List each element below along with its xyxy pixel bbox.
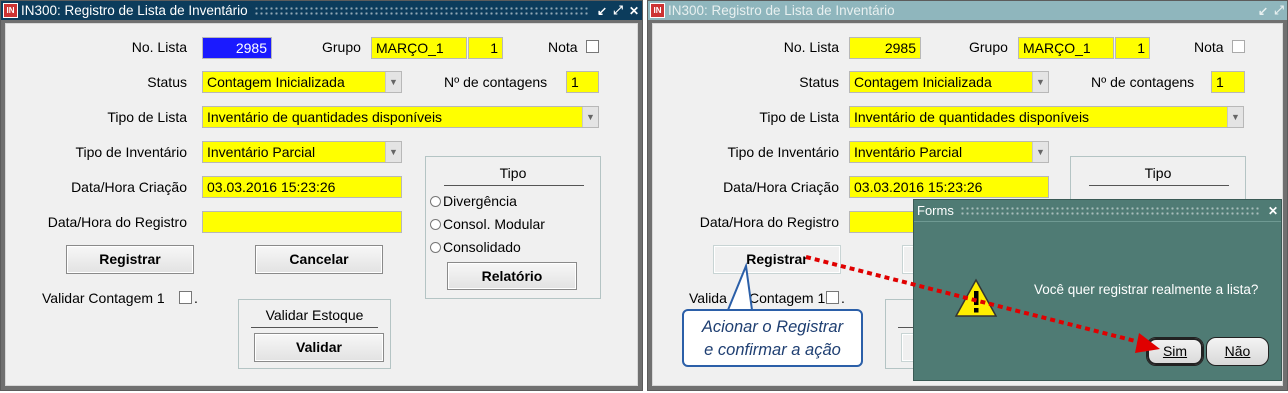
callout-line-1: Acionar o Registrar <box>701 318 844 336</box>
instruction-callout: Acionar o Registrar e confirmar a ação <box>682 309 863 367</box>
callout-line-2: e confirmar a ação <box>704 341 841 359</box>
callout-pointer <box>726 262 754 311</box>
annotation-arrow <box>726 255 1160 353</box>
arrowhead <box>1135 333 1160 353</box>
